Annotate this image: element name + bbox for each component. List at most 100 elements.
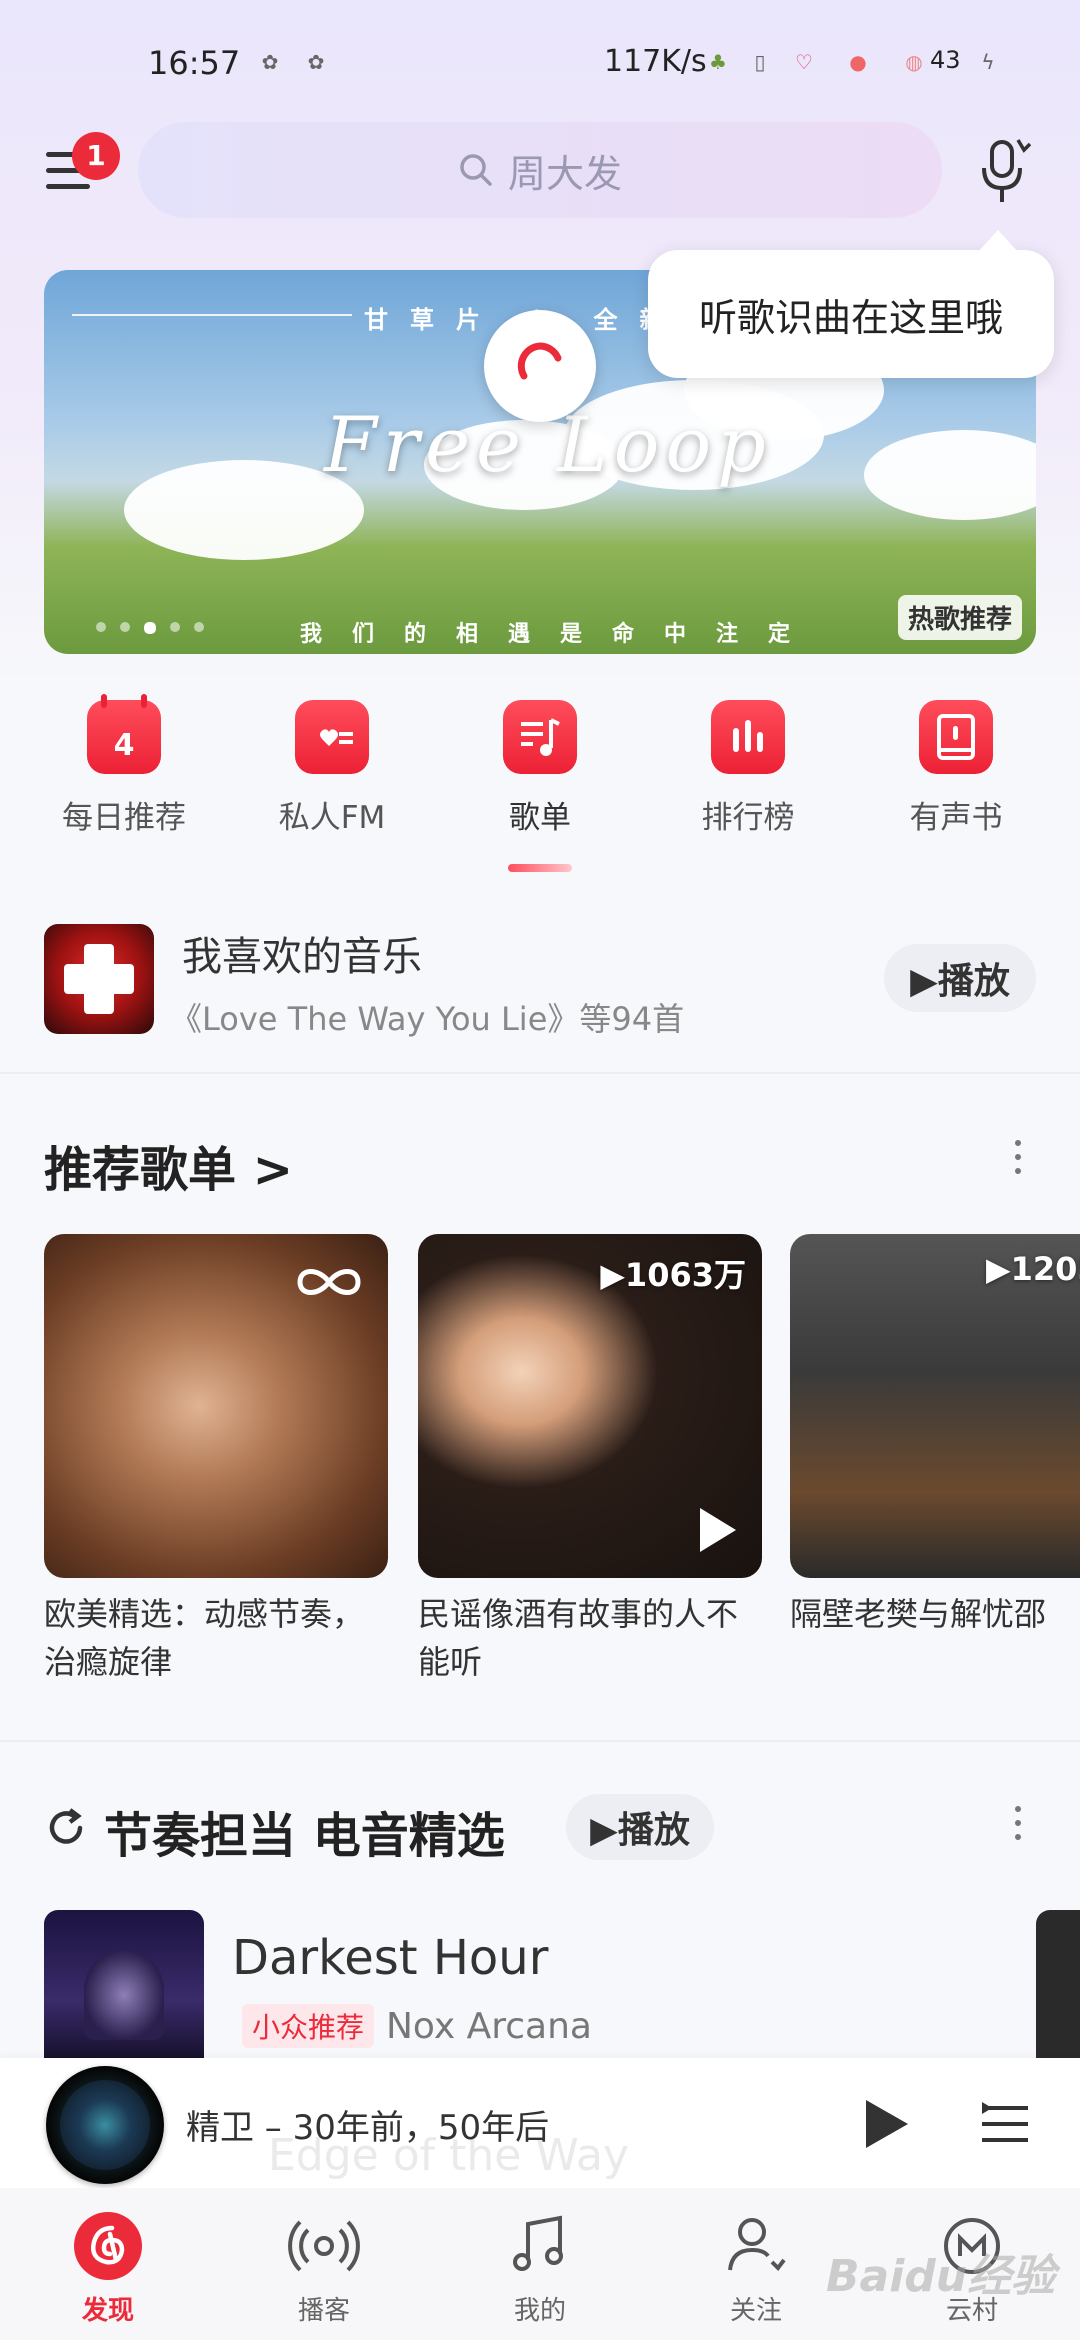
radio-icon <box>295 700 369 774</box>
loading-spinner <box>484 310 596 422</box>
banner-bottom-text: 我们的相遇是命中注定 <box>300 622 821 647</box>
tab-follow[interactable]: 关注 <box>696 2210 816 2327</box>
playlist-name: 民谣像酒有故事的人不能听 <box>418 1595 739 1681</box>
dot <box>1015 1834 1021 1840</box>
battery-level: 43 <box>930 46 961 74</box>
song-title[interactable]: Darkest Hour <box>232 1930 548 1986</box>
rhythm-section-title: 节奏担当 电音精选 <box>104 1808 505 1864</box>
calendar-ring <box>141 694 147 708</box>
quick-label: 私人FM <box>278 800 386 836</box>
loop-icon <box>297 1269 361 1295</box>
playlist-glyph <box>521 718 560 756</box>
rhythm-play-button[interactable]: ▶播放 <box>566 1794 714 1860</box>
liked-play-button[interactable]: ▶播放 <box>884 944 1036 1012</box>
quick-label: 有声书 <box>909 800 1003 836</box>
podcast-icon <box>288 2210 360 2282</box>
microphone-button[interactable] <box>972 136 1036 208</box>
wifi-icon: ● <box>849 50 867 74</box>
song-tag: 小众推荐 <box>242 2004 375 2048</box>
search-icon <box>460 154 492 186</box>
album-disc[interactable] <box>46 2066 164 2184</box>
netease-logo-icon <box>74 2212 142 2280</box>
podcast-glyph <box>288 2220 360 2272</box>
spinner-icon <box>517 342 562 380</box>
peach-icon: ◍ <box>905 50 923 74</box>
song-cover[interactable] <box>44 1910 204 2060</box>
play-count: ▶1205 <box>986 1250 1080 1288</box>
dot <box>1015 1140 1021 1146</box>
tab-label: 发现 <box>81 2296 134 2326</box>
banner-line <box>72 314 352 316</box>
tab-mine[interactable]: 我的 <box>480 2210 600 2327</box>
tab-label: 我的 <box>513 2296 566 2326</box>
carousel-dot <box>96 622 106 632</box>
playlist-cover: ▶1063万 <box>418 1234 762 1578</box>
quick-daily-recommend[interactable]: 4 每日推荐 <box>44 694 204 837</box>
playlist-cover <box>44 1234 388 1578</box>
cloud-shape <box>864 430 1036 520</box>
tab-label: 关注 <box>729 2296 782 2326</box>
quick-playlist[interactable]: 歌单 <box>460 700 620 837</box>
playlist-card[interactable]: 欧美精选：动感节奏，治瘾旋律 <box>44 1234 388 1686</box>
menu-icon-line <box>46 184 90 189</box>
carousel-dot <box>120 622 130 632</box>
network-speed: 117K/s <box>604 44 707 79</box>
play-icon[interactable] <box>866 2100 908 2148</box>
banner-tag: 热歌推荐 <box>897 595 1022 640</box>
status-bar: 16:57 ✿ ✿ 117K/s ♣ ▯ ♡ ● ◍ 43 ϟ <box>0 0 1080 120</box>
charging-icon: ϟ <box>981 50 995 74</box>
refresh-icon[interactable] <box>44 1806 88 1850</box>
quick-private-fm[interactable]: 私人FM <box>252 700 412 837</box>
more-options-icon[interactable] <box>1012 1140 1024 1184</box>
music-note-icon <box>504 2210 576 2282</box>
recommend-section-title[interactable]: 推荐歌单 > <box>44 1130 293 1200</box>
quick-audiobook[interactable]: 有声书 <box>876 700 1036 837</box>
microphone-icon <box>982 139 1032 202</box>
dot <box>1015 1806 1021 1812</box>
next-song-cover[interactable] <box>1036 1910 1080 2060</box>
calendar-ring <box>101 694 107 708</box>
tab-discover[interactable]: 发现 <box>48 2210 168 2327</box>
playlist-name: 欧美精选：动感节奏，治瘾旋律 <box>44 1595 365 1681</box>
tab-label: 播客 <box>297 2296 350 2326</box>
notification-icon: ✿ <box>307 50 325 74</box>
carousel-dot <box>194 622 204 632</box>
playlist-name: 隔壁老樊与解忧邵 <box>790 1595 1047 1633</box>
hd-signal-icon: ♡ <box>795 50 813 74</box>
playlist-card[interactable]: ▶1063万 民谣像酒有故事的人不能听 <box>418 1234 762 1686</box>
follow-glyph <box>728 2218 786 2272</box>
notification-icon: ✿ <box>261 50 279 74</box>
player-song-title[interactable]: 精卫 – 30年前，50年后 <box>186 2100 549 2149</box>
music-note-glyph <box>513 2215 563 2271</box>
status-time: 16:57 <box>148 44 241 82</box>
play-count: ▶1063万 <box>600 1256 746 1294</box>
chart-glyph <box>733 720 763 752</box>
search-placeholder: 周大发 <box>507 151 622 196</box>
playlist-card[interactable]: ▶1205 隔壁老樊与解忧邵 <box>790 1234 1080 1686</box>
watermark: Baidu经验 <box>826 2251 1056 2302</box>
search-input[interactable]: 周大发 <box>138 122 942 218</box>
follow-icon <box>720 2210 792 2282</box>
notification-badge: 1 <box>72 132 120 180</box>
liked-music-cover[interactable] <box>44 924 154 1034</box>
carousel-dots <box>96 622 204 634</box>
liked-music-subtitle: 《Love The Way You Lie》等94首 <box>170 1000 685 1038</box>
dot <box>1015 1820 1021 1826</box>
calendar-day: 4 <box>113 728 135 763</box>
quick-ranking[interactable]: 排行榜 <box>668 700 828 837</box>
tab-podcast[interactable]: 播客 <box>264 2210 384 2327</box>
voice-search-tooltip: 听歌识曲在这里哦 <box>648 230 1054 378</box>
more-options-icon[interactable] <box>1012 1806 1024 1850</box>
radio-glyph <box>320 729 353 746</box>
cross-shape <box>64 964 134 994</box>
dot <box>1015 1154 1021 1160</box>
chart-icon <box>711 700 785 774</box>
playlist-queue-icon[interactable] <box>978 2100 1032 2148</box>
play-icon[interactable] <box>700 1508 736 1552</box>
quick-label: 排行榜 <box>701 800 795 836</box>
playlist-cover: ▶1205 <box>790 1234 1080 1578</box>
cover-figure <box>84 1950 164 2040</box>
carousel-dot <box>170 622 180 632</box>
book-glyph <box>937 714 975 760</box>
liked-music-title[interactable]: 我喜欢的音乐 <box>182 924 422 982</box>
